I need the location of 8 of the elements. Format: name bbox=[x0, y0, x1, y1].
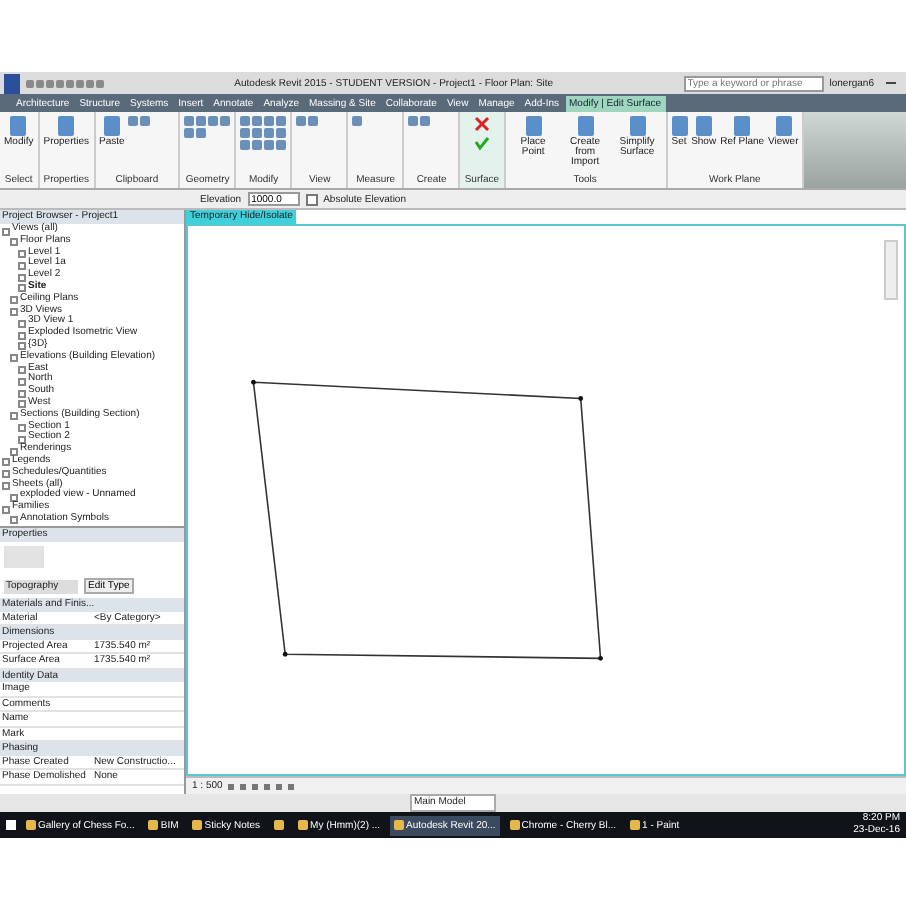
checkbox[interactable] bbox=[305, 193, 318, 205]
app-logo-icon[interactable] bbox=[4, 73, 20, 93]
cancel-icon[interactable] bbox=[474, 116, 490, 132]
taskbar-item[interactable] bbox=[270, 815, 289, 835]
start-icon[interactable] bbox=[6, 820, 16, 830]
finish-icon[interactable] bbox=[474, 137, 490, 151]
tool-icon[interactable] bbox=[352, 116, 363, 126]
type-preview-icon bbox=[4, 546, 44, 568]
